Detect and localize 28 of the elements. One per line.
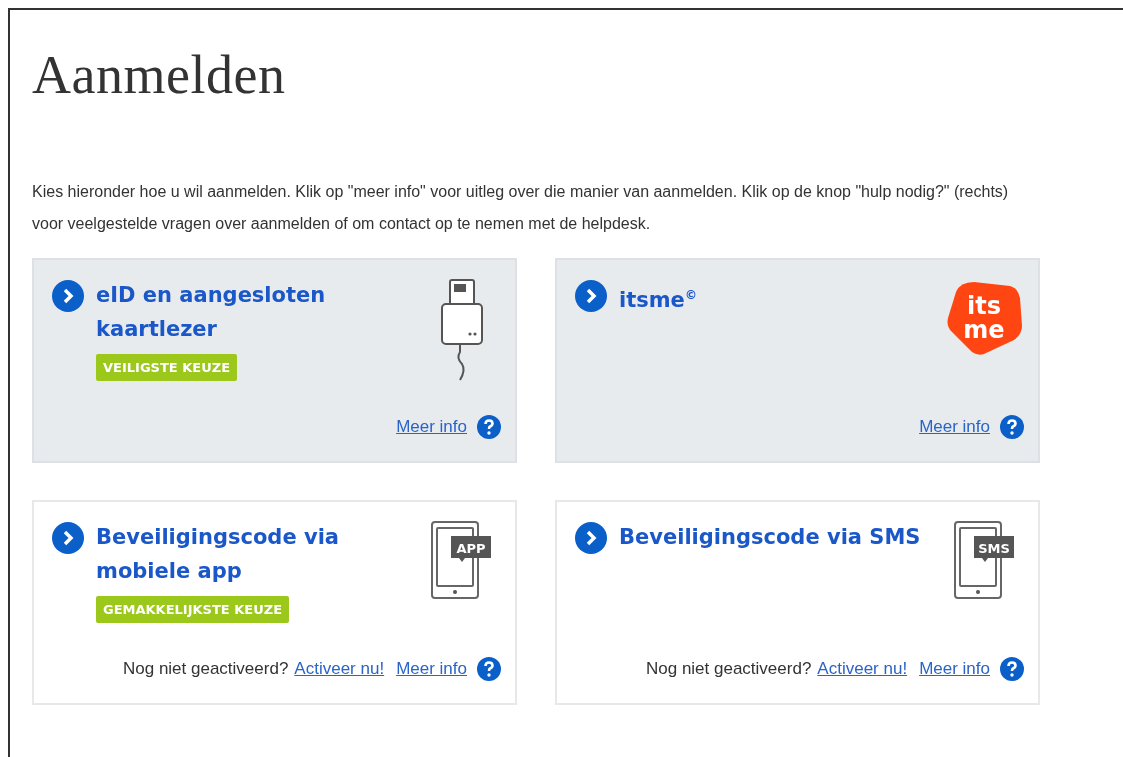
- login-option-card[interactable]: Beveiligingscode via SMS SMS Nog niet geactiveerd? Activeer nu! Meer info: [555, 500, 1040, 705]
- page-title: Aanmelden: [32, 44, 287, 106]
- option-title[interactable]: itsme$^{©}$: [619, 278, 697, 317]
- help-icon[interactable]: [1000, 657, 1024, 681]
- option-title[interactable]: Beveiligingscode via SMS: [619, 520, 921, 554]
- activate-link[interactable]: Activeer nu!: [294, 659, 385, 679]
- login-option-card[interactable]: eID en aangesloten kaartlezer VEILIGSTE KEUZE Meer info: [32, 258, 517, 463]
- help-icon[interactable]: [1000, 415, 1024, 439]
- chevron-icon: [52, 280, 84, 312]
- login-option-card[interactable]: itsme$^{©}$ its me Meer info: [555, 258, 1040, 463]
- activate-link[interactable]: Activeer nu!: [817, 659, 908, 679]
- help-icon[interactable]: [477, 415, 501, 439]
- activation-question: Nog niet geactiveerd?: [122, 659, 289, 679]
- intro-text: Kies hieronder hoe u wil aanmelden. Klik op "meer info" voor uitleg over die manier van aanmelden. Klik op de knop "hulp nodig?" (rechts) voor veelgestelde vragen over aanmelden of om contact op te nemen met de helpdesk.: [32, 182, 1010, 234]
- login-option-card[interactable]: Beveiligingscode via mobiele app GEMAKKELIJKSTE KEUZE APP Nog niet geactiveerd? Activeer nu! Meer info: [32, 500, 517, 705]
- chevron-icon: [575, 280, 607, 312]
- chevron-icon: [575, 522, 607, 554]
- activation-question: Nog niet geactiveerd?: [645, 659, 812, 679]
- more-info-link[interactable]: Meer info: [919, 659, 990, 679]
- more-info-link[interactable]: Meer info: [396, 417, 467, 437]
- more-info-link[interactable]: Meer info: [919, 417, 990, 437]
- option-title[interactable]: eID en aangesloten kaartlezer: [96, 278, 409, 346]
- help-icon[interactable]: [477, 657, 501, 681]
- recommendation-badge: VEILIGSTE KEUZE: [96, 354, 238, 381]
- chevron-icon: [52, 522, 84, 554]
- recommendation-badge: GEMAKKELIJKSTE KEUZE: [96, 596, 290, 623]
- option-title[interactable]: Beveiligingscode via mobiele app: [96, 520, 409, 588]
- more-info-link[interactable]: Meer info: [396, 659, 467, 679]
